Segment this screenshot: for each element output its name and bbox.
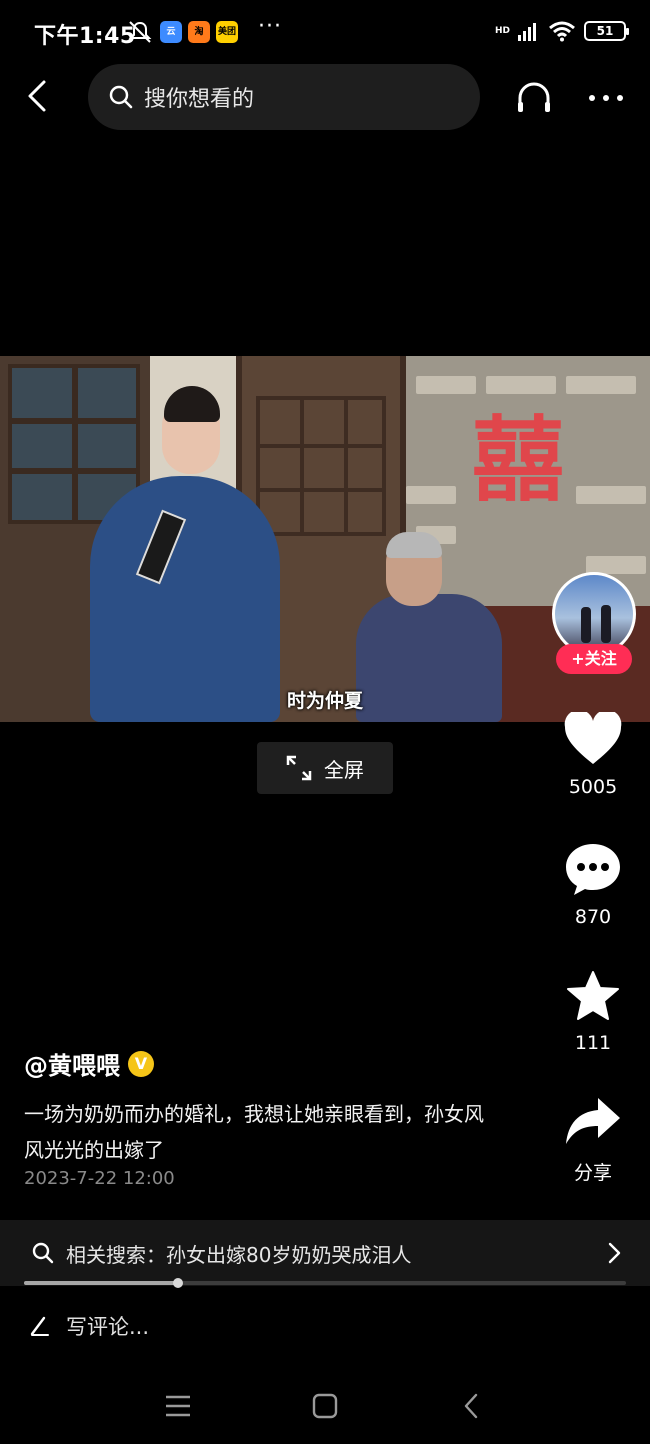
app-badge-taobao-icon: 淘	[188, 21, 210, 43]
pen-icon	[30, 1316, 49, 1336]
top-nav: 搜你想看的	[0, 64, 650, 130]
video-player[interactable]: 囍 时为仲夏	[0, 356, 650, 722]
menu-lines-icon	[166, 1395, 190, 1417]
expand-icon	[286, 755, 312, 781]
status-notification-icons: 云 淘 美团	[126, 19, 238, 45]
network-label: HD	[494, 26, 510, 36]
comment-input[interactable]: 写评论...	[0, 1296, 650, 1356]
related-search-bar[interactable]: 相关搜索：孙女出嫁80岁奶奶哭成泪人	[0, 1220, 650, 1286]
recent-apps-button[interactable]	[160, 1388, 196, 1424]
chevron-right-icon	[608, 1242, 621, 1264]
wifi-icon	[549, 21, 575, 42]
status-time: 下午1:45	[34, 24, 136, 49]
system-navigation-bar	[0, 1366, 650, 1444]
heart-icon	[564, 712, 622, 764]
status-right-icons: HD 51	[494, 20, 629, 42]
fullscreen-button[interactable]: 全屏	[257, 742, 393, 794]
square-icon	[312, 1393, 338, 1419]
related-search-text: 相关搜索：孙女出嫁80岁奶奶哭成泪人	[66, 1242, 412, 1267]
favorite-button[interactable]: 111	[550, 970, 636, 1054]
more-options-button[interactable]	[586, 78, 626, 118]
video-progress-bar[interactable]	[24, 1278, 626, 1288]
status-bar: 下午1:45 云 淘 美团 ··· HD 51	[0, 0, 650, 64]
double-happiness-decoration: 囍	[472, 406, 565, 514]
favorite-count: 111	[574, 1032, 612, 1054]
like-button[interactable]: 5005	[550, 712, 636, 798]
progress-scrubber[interactable]	[172, 1278, 183, 1288]
fullscreen-label: 全屏	[324, 757, 364, 782]
author-name: @黄喂喂	[24, 1052, 120, 1080]
video-description: 一场为奶奶而办的婚礼，我想让她亲眼看到，孙女风风光光的出嫁了	[24, 1102, 484, 1162]
more-dots-icon	[589, 95, 623, 101]
back-triangle-icon	[464, 1393, 478, 1419]
app-badge-cloud-icon: 云	[160, 21, 182, 43]
author-name-link[interactable]: @黄喂喂 V	[24, 1046, 154, 1081]
star-icon	[567, 971, 619, 1020]
app-badge-meituan-icon: 美团	[216, 21, 238, 43]
follow-button[interactable]: +关注	[556, 644, 632, 674]
search-input[interactable]: 搜你想看的	[88, 64, 480, 130]
like-count: 5005	[568, 776, 618, 798]
home-button[interactable]	[307, 1388, 343, 1424]
search-icon	[109, 85, 133, 109]
comment-bubble-icon	[566, 844, 620, 895]
publish-date: 2023-7-22 12:00	[24, 1168, 175, 1189]
comment-placeholder: 写评论...	[66, 1315, 150, 1339]
share-arrow-icon	[566, 1098, 620, 1144]
back-button[interactable]	[20, 78, 56, 114]
mute-bell-icon	[128, 21, 152, 43]
share-button[interactable]: 分享	[550, 1096, 636, 1185]
signal-icon	[518, 23, 536, 41]
search-icon	[32, 1242, 54, 1264]
verified-badge-icon: V	[128, 1050, 154, 1077]
comment-count: 870	[574, 906, 612, 928]
battery-indicator: 51	[584, 21, 629, 41]
headset-icon	[518, 82, 550, 112]
progress-fill	[24, 1281, 178, 1285]
search-placeholder: 搜你想看的	[144, 87, 255, 112]
back-arrow-icon	[28, 80, 46, 112]
share-label: 分享	[573, 1162, 612, 1184]
video-subtitle: 时为仲夏	[286, 690, 363, 712]
system-back-button[interactable]	[454, 1388, 490, 1424]
listen-button[interactable]	[514, 78, 554, 118]
status-overflow: ···	[258, 14, 282, 39]
comment-button[interactable]: 870	[550, 842, 636, 928]
